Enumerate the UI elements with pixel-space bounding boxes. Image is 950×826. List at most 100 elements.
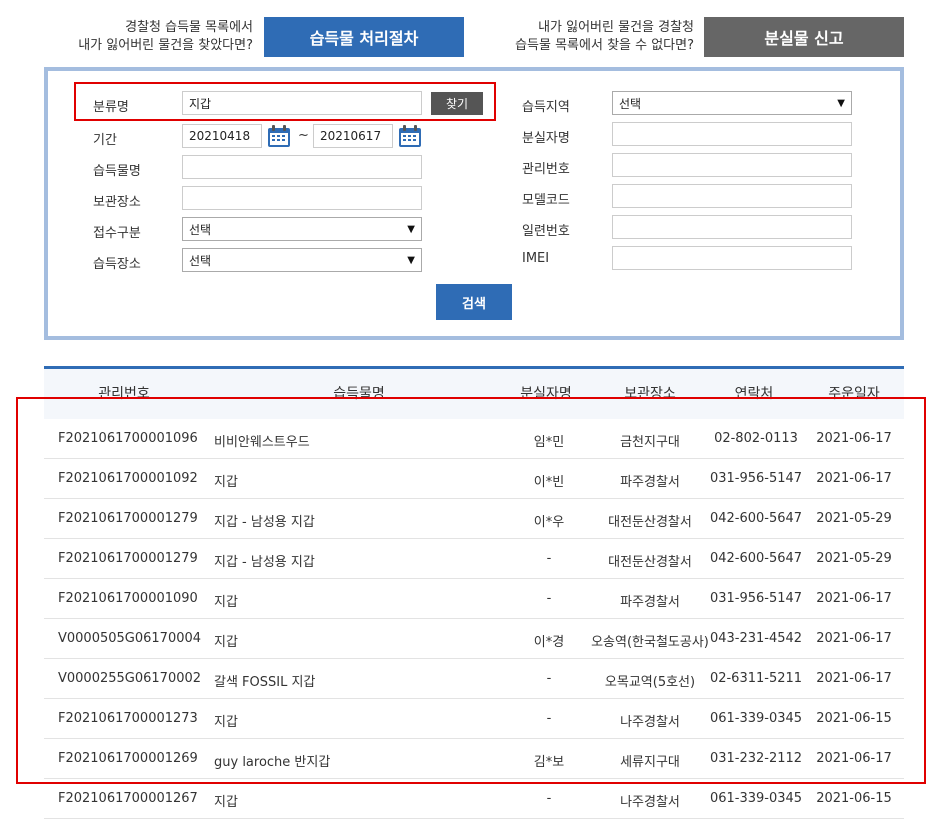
cell-contact: 031-956-5147 [709,471,803,486]
lost-item-found-text: 경찰청 습득물 목록에서 내가 잃어버린 물건을 찾았다면? [60,19,253,55]
table-row[interactable]: F2021061700001267 지갑 - 나주경찰서 061-339-0345 202… [44,779,904,819]
cell-found-date: 2021-06-17 [816,631,892,646]
cell-item-name[interactable]: 지갑 - 남성용 지갑 [214,511,474,530]
cell-storage: 파주경찰서 [620,475,680,490]
cell-found-date: 2021-05-29 [816,511,892,526]
cell-contact: 031-956-5147 [709,591,803,606]
reception-select[interactable]: 선택 ▼ [182,217,422,241]
cell-contact: 042-600-5647 [709,551,803,566]
serial-no-input[interactable] [612,215,852,239]
lost-item-report-button[interactable]: 분실물 신고 [704,17,904,57]
cell-contact: 031-232-2112 [709,751,803,766]
cell-loser-name: - [546,671,552,686]
storage-input[interactable] [182,186,422,210]
table-row[interactable]: F2021061700001096 비비안웨스트우드 임*민 금천지구대 02-802-… [44,419,904,459]
cell-storage: 오목교역(5호선) [604,675,696,690]
cell-found-date: 2021-05-29 [816,551,892,566]
cell-item-name[interactable]: 비비안웨스트우드 [214,431,474,450]
cell-item-name[interactable]: 지갑 [214,711,474,730]
found-item-procedure-button[interactable]: 습득물 처리절차 [264,17,464,57]
region-select-value: 선택 [619,96,642,111]
header-found-date: 주운일자 [828,386,880,402]
cell-mgmt-no: F2021061700001267 [58,791,198,806]
date-from-input[interactable]: 20210418 [182,124,262,148]
header-item-name: 습득물명 [333,386,385,402]
header-storage: 보관장소 [624,386,676,402]
search-button[interactable]: 검색 [436,284,512,320]
cell-found-date: 2021-06-17 [816,471,892,486]
table-row[interactable]: F2021061700001279 지갑 - 남성용 지갑 - 대전둔산경찰서 042-… [44,539,904,579]
model-code-input[interactable] [612,184,852,208]
category-input[interactable]: 지갑 [182,91,422,115]
date-range-separator: ~ [298,128,309,143]
item-name-input[interactable] [182,155,422,179]
cell-loser-name: 이*경 [533,635,565,650]
lost-item-not-found-text: 내가 잃어버린 물건을 경찰청 습득물 목록에서 찾을 수 없다면? [500,19,694,55]
cell-loser-name: 김*보 [533,755,565,770]
cell-item-name[interactable]: 갈색 FOSSIL 지갑 [214,671,474,690]
cell-storage: 나주경찰서 [620,795,680,810]
table-row[interactable]: F2021061700001273 지갑 - 나주경찰서 061-339-0345 202… [44,699,904,739]
chevron-down-icon: ▼ [837,97,845,109]
cell-item-name[interactable]: guy laroche 반지갑 [214,751,474,770]
table-row[interactable]: V0000255G06170002 갈색 FOSSIL 지갑 - 오목교역(5호선) 0… [44,659,904,699]
right-text-line1: 내가 잃어버린 물건을 경찰청 [538,20,694,35]
chevron-down-icon: ▼ [407,254,415,266]
found-place-select-value: 선택 [189,253,212,268]
cell-loser-name: - [546,711,552,726]
date-to-input[interactable]: 20210617 [313,124,393,148]
found-place-select[interactable]: 선택 ▼ [182,248,422,272]
cell-loser-name: - [546,591,552,606]
cell-mgmt-no: V0000255G06170002 [58,671,202,686]
table-row[interactable]: F2021061700001090 지갑 - 파주경찰서 031-956-5147 202… [44,579,904,619]
cell-found-date: 2021-06-15 [816,711,892,726]
found-place-label: 습득장소 [93,257,141,272]
table-row[interactable]: F2021061700001269 guy laroche 반지갑 김*보 세류지구대… [44,739,904,779]
mgmt-no-label: 관리번호 [522,162,570,177]
table-row[interactable]: F2021061700001279 지갑 - 남성용 지갑 이*우 대전둔산경찰서 04… [44,499,904,539]
cell-found-date: 2021-06-17 [816,671,892,686]
cell-mgmt-no: F2021061700001279 [58,551,198,566]
cell-loser-name: - [546,791,552,806]
mgmt-no-input[interactable] [612,153,852,177]
cell-mgmt-no: F2021061700001092 [58,471,198,486]
cell-loser-name: 임*민 [533,435,565,450]
header-contact: 연락처 [734,386,774,402]
cell-item-name[interactable]: 지갑 [214,591,474,610]
region-label: 습득지역 [522,100,570,115]
cell-mgmt-no: F2021061700001273 [58,711,198,726]
cell-item-name[interactable]: 지갑 - 남성용 지갑 [214,551,474,570]
model-code-label: 모델코드 [522,193,570,208]
table-row[interactable]: V0000505G06170004 지갑 이*경 오송역(한국철도공사) 043-231… [44,619,904,659]
table-row[interactable]: F2021061700001092 지갑 이*빈 파주경찰서 031-956-5147 2… [44,459,904,499]
cell-storage: 대전둔산경찰서 [608,555,692,570]
cell-item-name[interactable]: 지갑 [214,471,474,490]
header-mgmt-no: 관리번호 [98,386,150,402]
table-header: 관리번호 습득물명 분실자명 보관장소 연락처 주운일자 [44,369,904,419]
loser-name-input[interactable] [612,122,852,146]
cell-contact: 061-339-0345 [709,791,803,806]
serial-no-label: 일련번호 [522,224,570,239]
cell-item-name[interactable]: 지갑 [214,791,474,810]
calendar-from-icon[interactable] [267,124,291,148]
cell-item-name[interactable]: 지갑 [214,631,474,650]
region-select[interactable]: 선택 ▼ [612,91,852,115]
cell-contact: 042-600-5647 [709,511,803,526]
calendar-to-icon[interactable] [398,124,422,148]
cell-contact: 043-231-4542 [709,631,803,646]
cell-contact: 02-6311-5211 [709,671,803,686]
cell-mgmt-no: F2021061700001090 [58,591,198,606]
cell-found-date: 2021-06-17 [816,751,892,766]
imei-input[interactable] [612,246,852,270]
cell-mgmt-no: V0000505G06170004 [58,631,202,646]
cell-storage: 나주경찰서 [620,715,680,730]
cell-storage: 금천지구대 [620,435,680,450]
cell-loser-name: 이*우 [533,515,565,530]
cell-mgmt-no: F2021061700001279 [58,511,198,526]
cell-loser-name: - [546,551,552,566]
item-name-label: 습득물명 [93,164,141,179]
imei-label: IMEI [522,251,550,266]
find-button[interactable]: 찾기 [431,92,483,115]
reception-select-value: 선택 [189,222,212,237]
cell-contact: 061-339-0345 [709,711,803,726]
